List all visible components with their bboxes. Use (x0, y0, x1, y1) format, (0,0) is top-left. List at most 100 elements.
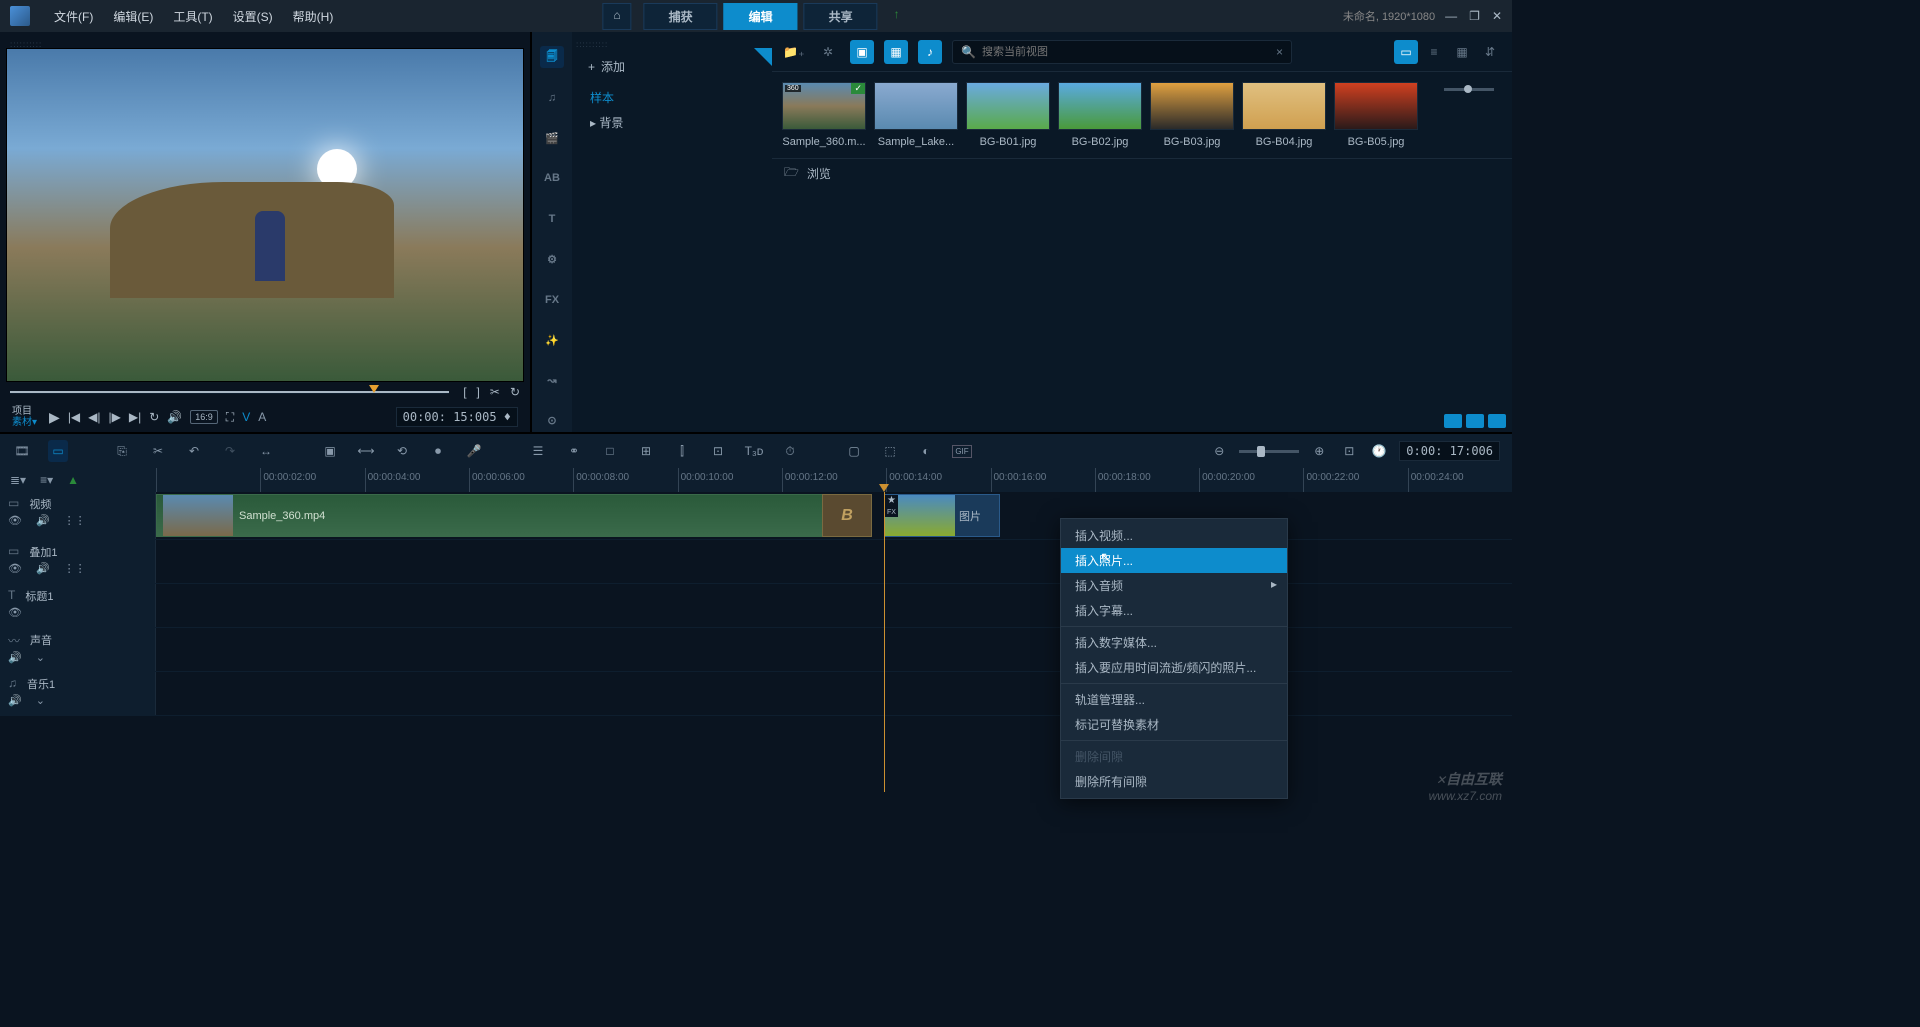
filter-video-button[interactable]: ▣ (850, 40, 874, 64)
tab-share[interactable]: 共享 (804, 3, 878, 30)
library-thumb[interactable]: BG-B01.jpg (966, 82, 1050, 148)
close-button[interactable]: ✕ (1492, 9, 1502, 23)
chapter-button[interactable]: ☰ (528, 444, 548, 458)
context-menu-item[interactable]: 插入音频▸ (1061, 573, 1287, 598)
track-ctrl-button[interactable]: ⋮⋮ (64, 562, 86, 575)
sidebar-filter-icon[interactable]: ⚙ (540, 248, 564, 270)
cut-tool-button[interactable]: ✂ (148, 444, 168, 458)
timeline-timecode[interactable]: 0:00: 17:006 (1399, 441, 1500, 461)
panel-drag-handle[interactable]: :::::::::: (572, 40, 772, 48)
storyboard-view-button[interactable]: 🎞 (12, 444, 32, 458)
tool-1-button[interactable]: ↔ (256, 444, 276, 458)
context-menu-item[interactable]: 轨道管理器... (1061, 687, 1287, 712)
track-body[interactable] (156, 672, 1512, 715)
sidebar-path-icon[interactable]: ↝ (540, 369, 564, 391)
zoom-slider[interactable] (1239, 450, 1299, 453)
link-button[interactable]: ⚭ (564, 444, 584, 458)
settings-icon[interactable]: ✲ (816, 40, 840, 64)
zoom-out-button[interactable]: ⊖ (1209, 444, 1229, 458)
panel-layout-2-button[interactable] (1466, 414, 1484, 428)
maximize-button[interactable]: ❐ (1469, 9, 1480, 23)
library-thumb[interactable]: 360✓Sample_360.m... (782, 82, 866, 148)
context-menu-item[interactable]: 插入视频... (1061, 523, 1287, 548)
add-folder-button[interactable]: + 添加 (572, 48, 772, 85)
context-menu-item[interactable]: 插入数字媒体... (1061, 630, 1287, 655)
track-body[interactable] (156, 628, 1512, 671)
context-menu-item[interactable]: 插入字幕... (1061, 598, 1287, 623)
minimize-button[interactable]: — (1445, 9, 1457, 23)
browse-button[interactable]: 浏览 (807, 165, 831, 182)
track-body[interactable] (156, 584, 1512, 627)
gif-button[interactable]: GIF (952, 445, 972, 458)
sidebar-media-icon[interactable]: 🗐 (540, 46, 564, 68)
track-ctrl-button[interactable]: 👁 (8, 562, 22, 575)
context-menu-item[interactable]: 插入要应用时间流逝/频闪的照片... (1061, 655, 1287, 680)
sidebar-fx-icon[interactable]: FX (540, 288, 564, 310)
multi-button[interactable]: ⊡ (708, 444, 728, 458)
go-start-button[interactable]: |◀ (68, 410, 80, 424)
fit-button[interactable]: ⊡ (1339, 444, 1359, 458)
library-thumb[interactable]: BG-B02.jpg (1058, 82, 1142, 148)
zoom-in-button[interactable]: ⊕ (1309, 444, 1329, 458)
image-clip[interactable]: ★FX图片 (884, 494, 1000, 537)
menu-file[interactable]: 文件(F) (44, 4, 103, 29)
subtitle-button[interactable]: □ (600, 444, 620, 458)
library-thumb[interactable]: BG-B03.jpg (1150, 82, 1234, 148)
track-ctrl-button[interactable]: 👁 (8, 606, 22, 619)
transition-clip[interactable]: B (822, 494, 872, 537)
sort-button[interactable]: ⇵ (1478, 40, 1502, 64)
time-button[interactable]: ⏱ (780, 444, 800, 459)
filter-audio-button[interactable]: ♪ (918, 40, 942, 64)
track-body[interactable] (156, 540, 1512, 583)
video-toggle-button[interactable]: V (242, 410, 250, 424)
undo-button[interactable]: ↶ (184, 444, 204, 458)
sidebar-correction-icon[interactable]: ✨ (540, 329, 564, 351)
go-end-button[interactable]: ▶| (129, 410, 141, 424)
3d-button[interactable]: T₃ᴅ (744, 444, 764, 458)
menu-edit[interactable]: 编辑(E) (103, 4, 163, 29)
resize-button[interactable]: ⛶ (226, 410, 234, 425)
sidebar-audio-icon[interactable]: ♫ (540, 86, 564, 108)
view-list-button[interactable]: ≡ (1422, 40, 1446, 64)
view-grid-button[interactable]: ▦ (1450, 40, 1474, 64)
redo-button[interactable]: ↷ (220, 444, 240, 458)
sidebar-transition-icon[interactable]: 🎬 (540, 127, 564, 149)
preview-scrubber[interactable]: [ ] ✂ ↻ (6, 382, 524, 402)
mark-in-button[interactable]: [ (463, 385, 466, 399)
import-button[interactable]: 📁₊ (782, 40, 806, 64)
record-button[interactable]: ⏺ (428, 444, 448, 459)
menu-help[interactable]: 帮助(H) (283, 4, 344, 29)
scrub-marker-icon[interactable] (369, 385, 379, 393)
loop-button[interactable]: ↻ (149, 410, 159, 424)
track-ctrl-button[interactable]: ⋮⋮ (64, 514, 86, 527)
volume-button[interactable]: 🔊 (167, 410, 182, 424)
view-large-button[interactable]: ▭ (1394, 40, 1418, 64)
sidebar-text-icon[interactable]: T (540, 208, 564, 230)
library-thumb[interactable]: BG-B05.jpg (1334, 82, 1418, 148)
filter-image-button[interactable]: ▦ (884, 40, 908, 64)
mark-out-button[interactable]: ] (477, 385, 480, 399)
panel-drag-handle[interactable]: :::::::::: (6, 40, 524, 48)
library-thumb[interactable]: Sample_Lake... (874, 82, 958, 148)
copy-button[interactable]: ⎘ (112, 444, 132, 459)
clear-search-button[interactable]: × (1276, 45, 1283, 59)
context-menu-item[interactable]: 删除所有间隙 (1061, 769, 1287, 794)
grid-button[interactable]: ⊞ (636, 444, 656, 458)
track-menu-2-button[interactable]: ≡▾ (40, 473, 53, 487)
snapshot-button[interactable]: ▣ (320, 444, 340, 458)
cut-button[interactable]: ✂ (490, 385, 500, 399)
track-ctrl-button[interactable]: ⌄ (36, 694, 45, 707)
menu-settings[interactable]: 设置(S) (223, 4, 283, 29)
track-ctrl-button[interactable]: ⌄ (36, 651, 45, 664)
panel-layout-1-button[interactable] (1444, 414, 1462, 428)
menu-tools[interactable]: 工具(T) (163, 4, 222, 29)
voice-button[interactable]: 🎤 (464, 444, 484, 458)
thumb-size-slider[interactable] (1444, 88, 1494, 91)
upload-icon[interactable]: ↑ (884, 3, 910, 30)
track-ctrl-button[interactable]: 🔊 (8, 694, 22, 707)
home-button[interactable]: ⌂ (602, 3, 631, 30)
clock-icon[interactable]: 🕐 (1369, 444, 1389, 458)
track-expand-button[interactable]: ▲ (67, 473, 79, 487)
scrub-track[interactable] (10, 391, 449, 394)
step-back-button[interactable]: ◀| (88, 410, 100, 424)
